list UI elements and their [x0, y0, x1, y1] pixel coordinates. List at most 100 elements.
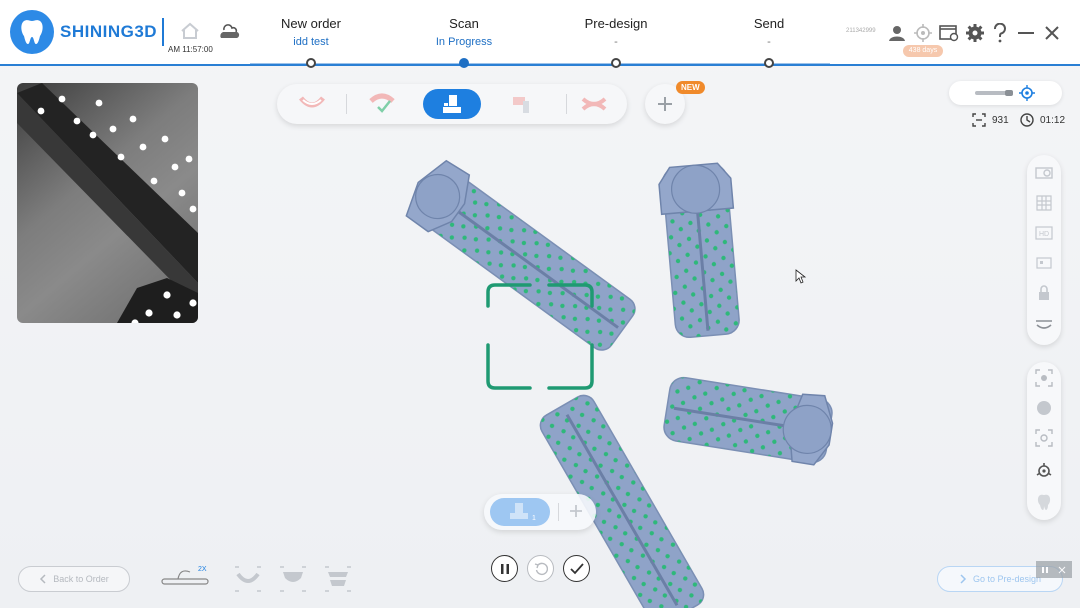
upper-jaw-view-button[interactable]	[234, 566, 262, 597]
scanbody-button[interactable]	[423, 89, 481, 119]
window-settings-icon[interactable]	[938, 22, 960, 44]
upper-jaw-view-icon	[235, 566, 261, 592]
focus-icon[interactable]	[1034, 428, 1054, 448]
scanbody-segment-icon	[510, 503, 528, 519]
scanner-status-pill[interactable]	[949, 81, 1062, 105]
close-icon[interactable]	[1041, 22, 1063, 44]
clock-time: AM 11:57:00	[168, 45, 213, 54]
select-icon[interactable]	[1034, 368, 1054, 388]
confirm-button[interactable]	[563, 555, 590, 582]
brush-icon[interactable]	[1034, 398, 1054, 418]
scan-reticle	[486, 283, 594, 390]
chevron-left-icon	[40, 574, 46, 584]
back-to-order-label: Back to Order	[53, 574, 109, 584]
tooth-icon[interactable]	[1034, 492, 1054, 512]
frame-count: 931	[972, 113, 1009, 127]
step-title: Send	[753, 16, 785, 31]
lower-jaw-icon	[369, 93, 395, 113]
plus-icon	[570, 505, 582, 517]
scan-segment-label: 1	[532, 515, 536, 522]
lower-jaw-view-button[interactable]	[279, 566, 307, 597]
frame-count-value: 931	[992, 114, 1009, 126]
scanbody-icon	[443, 95, 461, 113]
corner-widget[interactable]	[1036, 561, 1072, 578]
crop-icon[interactable]	[1034, 253, 1054, 273]
pause-button[interactable]	[491, 555, 518, 582]
bite-icon	[581, 97, 607, 111]
scan-speed-label: 2X	[198, 566, 207, 573]
step-scan[interactable]: Scan In Progress	[394, 16, 534, 48]
checkmark-icon	[569, 562, 584, 574]
logo-divider	[162, 18, 164, 46]
step-title: Scan	[449, 16, 479, 31]
lower-jaw-view-icon	[280, 566, 306, 592]
upper-jaw-icon	[299, 96, 325, 108]
trial-badge: 438 days	[903, 45, 943, 57]
clock-icon	[1020, 113, 1034, 127]
home-icon[interactable]	[180, 22, 200, 45]
step-subtitle: -	[614, 36, 618, 48]
cloud-sync-icon[interactable]	[218, 22, 240, 47]
elapsed-time-value: 01:12	[1040, 114, 1066, 126]
gear-icon[interactable]	[964, 22, 986, 44]
lock-icon[interactable]	[1034, 283, 1054, 303]
bite-button[interactable]	[565, 89, 623, 119]
step-title: New order	[281, 16, 341, 31]
step-dot-active	[459, 58, 469, 68]
view-options-panel: HD	[1027, 155, 1061, 345]
svg-text:HD: HD	[1039, 231, 1049, 238]
undo-button[interactable]	[527, 555, 554, 582]
grid-icon[interactable]	[1034, 193, 1054, 213]
add-segment-button[interactable]	[567, 502, 585, 525]
jaw-icon[interactable]	[1034, 315, 1054, 335]
abutment-button[interactable]	[493, 89, 551, 119]
step-subtitle: In Progress	[435, 36, 493, 48]
toolbar-separator	[346, 94, 347, 114]
step-new-order[interactable]: New order idd test	[241, 16, 381, 48]
step-dot	[611, 58, 621, 68]
pause-small-icon	[1042, 566, 1066, 573]
elapsed-time: 01:12	[1020, 113, 1065, 127]
mouse-cursor	[795, 269, 807, 284]
scan-body-3	[663, 376, 834, 466]
abutment-icon	[513, 97, 529, 113]
hd-icon[interactable]: HD	[1034, 223, 1054, 243]
scan-segment-1[interactable]: 1	[490, 498, 550, 526]
bite-view-icon	[325, 566, 351, 592]
help-icon[interactable]	[989, 22, 1011, 44]
app-header: SHINING3D AM 11:57:00 New order idd test…	[0, 0, 1080, 68]
target-icon[interactable]	[912, 22, 934, 44]
scan-body-1	[405, 159, 636, 351]
step-title: Pre-design	[584, 16, 648, 31]
lower-jaw-button[interactable]	[353, 89, 411, 119]
pause-icon	[500, 563, 509, 574]
undo-icon	[534, 562, 548, 575]
chevron-right-icon	[960, 574, 967, 584]
camera-feed-image	[17, 83, 198, 323]
scan-speed-tool[interactable]: 2X	[160, 566, 214, 593]
back-to-order-button[interactable]: Back to Order	[18, 566, 130, 592]
align-icon[interactable]	[1034, 460, 1054, 480]
scan-mode-toolbar	[277, 84, 627, 124]
upper-jaw-button[interactable]	[283, 89, 341, 119]
tooth-logo-icon	[10, 10, 54, 54]
plus-icon	[658, 97, 672, 111]
bite-view-button[interactable]	[324, 566, 352, 597]
step-send[interactable]: Send -	[699, 16, 839, 48]
texture-icon[interactable]	[1034, 163, 1054, 183]
user-icon[interactable]	[886, 22, 908, 44]
camera-preview	[17, 83, 198, 323]
segment-separator	[558, 503, 559, 521]
step-dot	[764, 58, 774, 68]
new-badge: NEW	[676, 81, 705, 94]
edit-tools-panel	[1027, 362, 1061, 520]
progress-track	[250, 63, 830, 64]
brand-name: SHINING3D	[60, 22, 158, 41]
step-pre-design[interactable]: Pre-design -	[546, 16, 686, 48]
minimize-icon[interactable]	[1015, 22, 1037, 44]
step-dot	[306, 58, 316, 68]
account-id: 211342999	[846, 28, 876, 34]
frames-icon	[972, 113, 986, 127]
go-to-pre-design-label: Go to Pre-design	[972, 574, 1042, 584]
step-subtitle: idd test	[293, 36, 329, 48]
